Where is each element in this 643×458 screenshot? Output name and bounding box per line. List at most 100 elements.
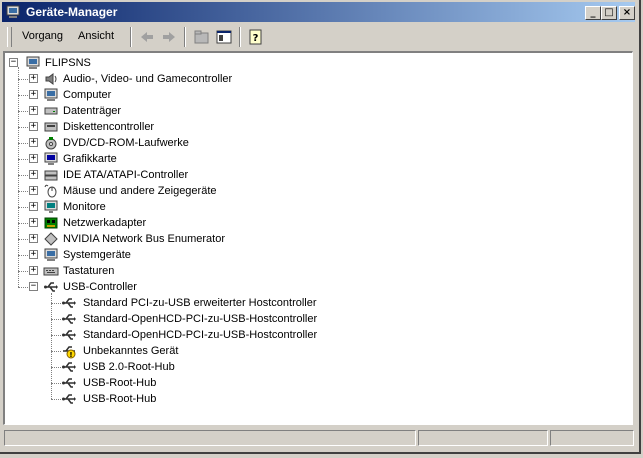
usb-icon (62, 394, 76, 404)
monitor-icon (44, 200, 58, 213)
tree-connector (51, 399, 61, 400)
expand-toggle-11[interactable]: + (29, 234, 38, 243)
tree-connector (18, 287, 28, 288)
menu-vorgang[interactable]: Vorgang (22, 30, 63, 42)
tree-connector (18, 271, 28, 272)
tree-usb-device-label[interactable]: USB-Root-Hub (83, 392, 156, 406)
expand-toggle-3[interactable]: + (29, 106, 38, 115)
expand-toggle-10[interactable]: + (29, 218, 38, 227)
tree-connector (18, 159, 28, 160)
folder-up-icon[interactable] (193, 28, 211, 46)
tree-category-label[interactable]: Audio-, Video- und Gamecontroller (63, 72, 232, 86)
tree-usb-device-label[interactable]: Standard-OpenHCD-PCI-zu-USB-Hostcontroll… (83, 328, 317, 342)
expand-toggle-13[interactable]: + (29, 266, 38, 275)
usb-icon (62, 298, 76, 308)
svg-text:!: ! (69, 351, 72, 359)
root-computer-icon (26, 56, 40, 69)
toolbar-grip (7, 27, 12, 47)
tree-category-label[interactable]: Grafikkarte (63, 152, 117, 166)
cdrom-icon (45, 137, 57, 150)
usb-icon (62, 378, 76, 388)
tree-connector (18, 207, 28, 208)
status-pane-2 (418, 430, 548, 446)
device-manager-window: Geräte-Manager _ □ × Vorgang Ansicht ? −… (0, 0, 641, 454)
expand-toggle-9[interactable]: + (29, 202, 38, 211)
usb-collapse-toggle[interactable]: − (29, 282, 38, 291)
tree-connector (18, 95, 28, 96)
usb-icon (62, 362, 76, 372)
root-collapse-toggle[interactable]: − (9, 58, 18, 67)
expand-toggle-4[interactable]: + (29, 122, 38, 131)
expand-toggle-2[interactable]: + (29, 90, 38, 99)
forward-arrow-icon[interactable] (160, 28, 178, 46)
tree-category-label[interactable]: NVIDIA Network Bus Enumerator (63, 232, 225, 246)
toolbar-separator (130, 27, 132, 47)
tree-root-label[interactable]: FLIPSNS (45, 56, 91, 70)
tree-category-label[interactable]: Monitore (63, 200, 106, 214)
keyboard-icon (43, 267, 59, 276)
usb-warning-icon: ! (63, 346, 76, 359)
tree-usb-device-label[interactable]: USB-Root-Hub (83, 376, 156, 390)
usb-icon (62, 314, 76, 324)
tree-category-label[interactable]: Datenträger (63, 104, 121, 118)
expand-toggle-12[interactable]: + (29, 250, 38, 259)
expand-toggle-8[interactable]: + (29, 186, 38, 195)
tree-category-label[interactable]: Computer (63, 88, 111, 102)
tree-connector (18, 191, 28, 192)
toolbar: Vorgang Ansicht ? (2, 24, 637, 50)
back-arrow-icon[interactable] (138, 28, 156, 46)
device-tree[interactable]: − FLIPSNS + Audio-, Video- und Gamecontroll… (3, 51, 633, 425)
help-icon[interactable]: ? (247, 28, 265, 46)
tree-usb-device-label[interactable]: USB 2.0-Root-Hub (83, 360, 175, 374)
close-button[interactable]: × (619, 6, 635, 20)
menu-ansicht[interactable]: Ansicht (78, 30, 114, 42)
tree-usb-device-label[interactable]: Unbekanntes Gerät (83, 344, 178, 358)
status-pane-main (4, 430, 416, 446)
status-pane-3 (550, 430, 634, 446)
tree-category-label[interactable]: Mäuse und andere Zeigegeräte (63, 184, 217, 198)
title-bar[interactable]: Geräte-Manager _ □ × (2, 2, 635, 22)
tree-category-label[interactable]: Systemgeräte (63, 248, 131, 262)
floppy-controller-icon (44, 122, 58, 132)
mouse-icon (44, 184, 57, 198)
tree-connector (18, 67, 19, 287)
tree-connector (51, 335, 61, 336)
tree-connector (51, 351, 61, 352)
tree-category-label[interactable]: Netzwerkadapter (63, 216, 146, 230)
tree-connector (51, 383, 61, 384)
tree-category-label[interactable]: Tastaturen (63, 264, 114, 278)
tree-usb-device-label[interactable]: Standard PCI-zu-USB erweiterter Hostcont… (83, 296, 317, 310)
tree-category-label[interactable]: IDE ATA/ATAPI-Controller (63, 168, 188, 182)
disk-drive-icon (44, 107, 58, 115)
expand-toggle-1[interactable]: + (29, 74, 38, 83)
system-device-icon (44, 248, 58, 261)
network-adapter-icon (44, 217, 58, 229)
tree-category-label[interactable]: DVD/CD-ROM-Laufwerke (63, 136, 189, 150)
tree-connector (51, 293, 52, 399)
minimize-button[interactable]: _ (585, 6, 601, 20)
tree-category-label[interactable]: Diskettencontroller (63, 120, 154, 134)
status-bar (2, 428, 637, 448)
bus-icon (44, 232, 58, 246)
computer-icon (44, 88, 58, 101)
expand-toggle-6[interactable]: + (29, 154, 38, 163)
maximize-button[interactable]: □ (601, 6, 617, 20)
expand-toggle-5[interactable]: + (29, 138, 38, 147)
toolbar-separator (184, 27, 186, 47)
tree-connector (51, 367, 61, 368)
tree-usb-device-label[interactable]: Standard-OpenHCD-PCI-zu-USB-Hostcontroll… (83, 312, 317, 326)
tree-connector (18, 255, 28, 256)
tree-connector (18, 239, 28, 240)
window-title: Geräte-Manager (26, 5, 118, 19)
show-hide-console-tree-icon[interactable] (215, 28, 233, 46)
tree-connector (18, 111, 28, 112)
tree-connector (18, 223, 28, 224)
expand-toggle-7[interactable]: + (29, 170, 38, 179)
tree-connector (18, 143, 28, 144)
tree-connector (51, 319, 61, 320)
display-adapter-icon (44, 152, 58, 165)
toolbar-separator (239, 27, 241, 47)
usb-icon (62, 330, 76, 340)
svg-text:?: ? (253, 33, 259, 44)
tree-category-label-usb[interactable]: USB-Controller (63, 280, 137, 294)
